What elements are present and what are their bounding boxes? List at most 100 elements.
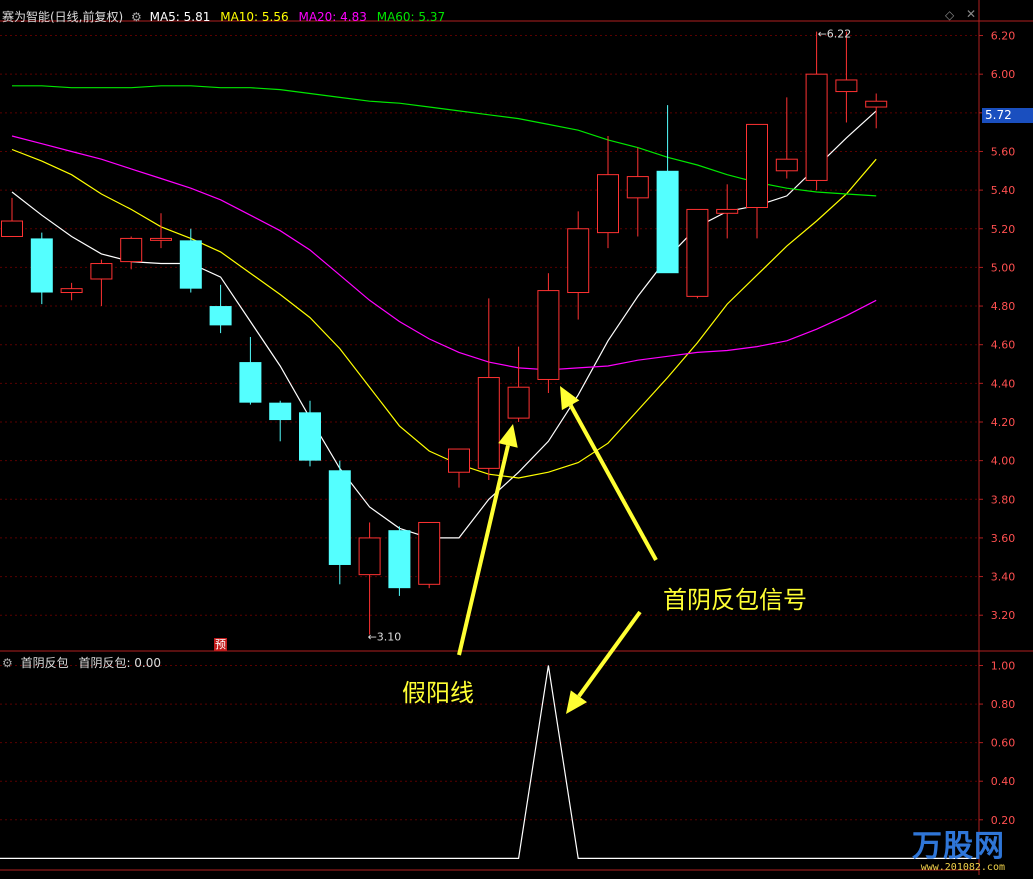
signal-arrow-down [566, 610, 642, 714]
candle-body-down [179, 240, 202, 289]
stock-chart: 3.20 3.40 3.60 3.80 4.00 4.20 4.40 4.60 4.80 5.00… [0, 0, 1033, 875]
candle-body-up [477, 377, 500, 469]
candle-body-up [90, 263, 113, 280]
chart-frame [0, 0, 1033, 875]
price-tick-label: 6.00 [991, 68, 1016, 81]
price-tick-label: 4.40 [991, 377, 1016, 390]
candle-body-down [299, 412, 321, 461]
arrow-head [566, 690, 588, 714]
indicator-value: 首阴反包: 0.00 [78, 656, 162, 670]
candle [835, 31, 858, 123]
candle [537, 273, 560, 394]
candle [1, 197, 23, 237]
candle-body-up [418, 521, 441, 585]
settings-icon[interactable]: ⚙ [2, 656, 13, 670]
candle-body-up [448, 448, 470, 473]
forecast-badge: 预 [214, 638, 227, 651]
signal-label: 首阴反包信号 [663, 586, 807, 614]
candle-body-up [150, 237, 172, 241]
candle-body-down [30, 238, 53, 293]
chart-header: 赛为智能(日线,前复权) ⚙ MA5: 5.81 MA10: 5.56 MA20… [2, 8, 445, 25]
candle-body-down [328, 470, 351, 565]
ma10-label: MA10: 5.56 [220, 10, 289, 24]
candle [746, 123, 768, 239]
candle [388, 526, 411, 596]
ma60-label: MA60: 5.37 [376, 10, 446, 24]
candle-body-up [746, 123, 768, 209]
price-tick-label: 3.40 [991, 571, 1016, 584]
arrow-shaft [457, 444, 510, 656]
ma5-label: MA5: 5.81 [149, 10, 211, 24]
candle-body-up [507, 386, 530, 419]
candle [269, 400, 292, 442]
close-icon[interactable]: ✕ [966, 7, 976, 21]
chart-stage: 3.20 3.40 3.60 3.80 4.00 4.20 4.40 4.60 4.80 5.00… [0, 0, 1033, 875]
signal-arrow-up [560, 386, 658, 561]
indicator-tick-label: 1.00 [991, 660, 1016, 673]
low-marker: ←3.10 [368, 631, 402, 644]
indicator-tick-label: 0.40 [991, 775, 1016, 788]
candle [90, 259, 113, 307]
arrow-shaft [577, 610, 642, 698]
high-marker: ←6.22 [818, 28, 852, 41]
diamond-icon[interactable]: ◇ [945, 8, 954, 22]
price-tick-label: 3.80 [991, 493, 1016, 506]
price-tag: 5.72 [982, 108, 1033, 123]
candle [299, 400, 321, 467]
candle-body-up [120, 237, 143, 263]
candle-body-up [805, 73, 828, 181]
candle [716, 184, 739, 239]
ma20-label: MA20: 4.83 [298, 10, 367, 24]
candle-body-up [626, 176, 649, 199]
candle [686, 208, 709, 299]
candle [656, 105, 679, 274]
indicator-tick-label: 0.60 [991, 737, 1016, 750]
candle-body-down [209, 306, 232, 326]
signal-line [0, 665, 979, 860]
fake-yang-label: 假阳线 [402, 679, 474, 707]
candle [358, 522, 381, 635]
candle [209, 284, 232, 334]
price-tick-label: 4.00 [991, 455, 1016, 468]
candle [120, 236, 143, 270]
candle-body-up [865, 100, 888, 108]
candle [626, 147, 649, 237]
candle [865, 93, 888, 129]
candle-body-up [775, 158, 798, 172]
candle-body-down [269, 402, 292, 421]
candle [60, 282, 83, 301]
candle-body-up [1, 220, 23, 237]
price-tick-label: 3.60 [991, 532, 1016, 545]
candle [448, 448, 470, 488]
candle [507, 346, 530, 422]
candle-body-up [835, 79, 858, 93]
price-tick-label: 4.80 [991, 300, 1016, 313]
stock-title[interactable]: 赛为智能(日线,前复权) [2, 10, 123, 24]
indicator-tick-label: 0.80 [991, 698, 1016, 711]
candle [567, 211, 590, 320]
candle [597, 136, 619, 249]
candle [418, 521, 441, 589]
price-tick-label: 5.20 [991, 223, 1016, 236]
candle [328, 460, 351, 585]
candle-body-down [388, 530, 411, 589]
price-tick-label: 6.20 [991, 30, 1016, 43]
indicator-header: ⚙ 首阴反包 首阴反包: 0.00 [2, 654, 161, 671]
candle-body-up [358, 537, 381, 576]
candle-body-up [60, 288, 83, 294]
price-tick-label: 4.60 [991, 339, 1016, 352]
settings-icon[interactable]: ⚙ [131, 10, 142, 24]
candle-body-down [656, 170, 679, 274]
candle [150, 213, 172, 249]
candle [477, 298, 500, 480]
candle-body-up [597, 174, 619, 234]
candle [805, 31, 828, 191]
indicator-title[interactable]: 首阴反包 [21, 656, 69, 670]
price-axis: 3.20 3.40 3.60 3.80 4.00 4.20 4.40 4.60 4.80 5.00… [979, 30, 1015, 827]
price-tick-label: 5.00 [991, 261, 1016, 274]
candle-body-up [567, 228, 590, 294]
price-tick-label: 5.60 [991, 145, 1016, 158]
price-tick-label: 5.40 [991, 184, 1016, 197]
arrow-shaft [568, 404, 658, 561]
candles: ←3.10 ←6.22 [1, 28, 888, 644]
